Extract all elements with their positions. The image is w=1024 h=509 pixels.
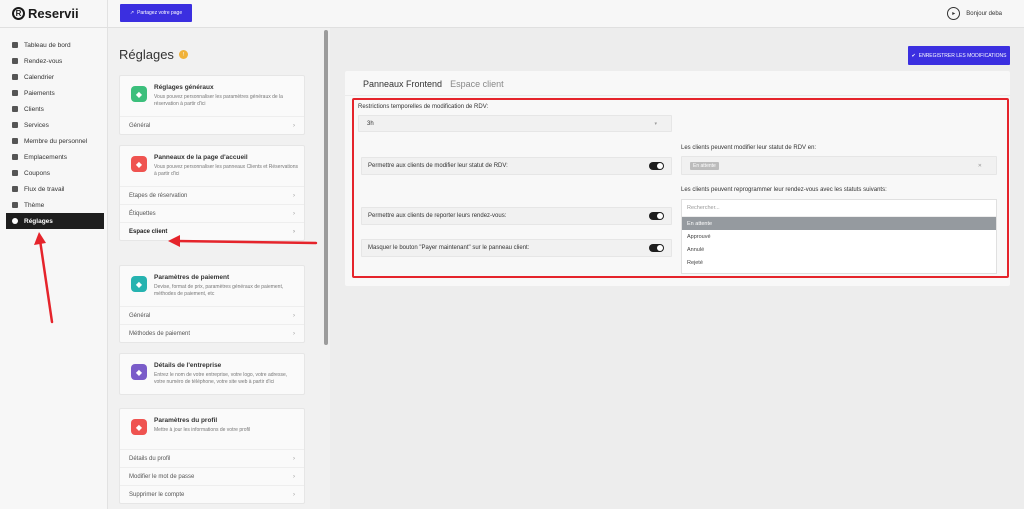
annotation-arrows xyxy=(34,232,318,324)
arrow-to-settings xyxy=(38,238,54,324)
arrow-head-settings xyxy=(34,232,46,245)
arrow-to-client-space xyxy=(174,239,318,245)
arrow-head-client-space xyxy=(168,235,180,247)
